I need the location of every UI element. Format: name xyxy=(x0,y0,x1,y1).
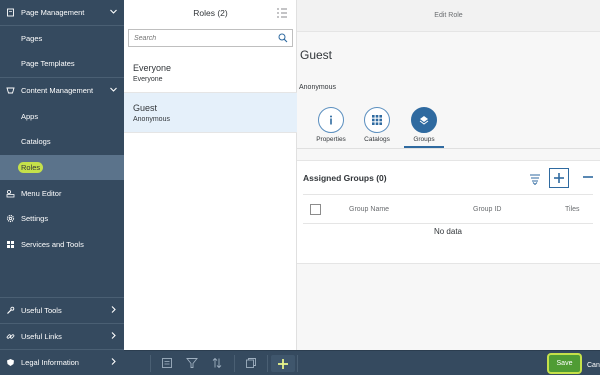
menu-editor-icon xyxy=(6,189,15,198)
chevron-right-icon xyxy=(109,331,118,340)
nav-label: Page Templates xyxy=(21,59,75,68)
save-button[interactable]: Save xyxy=(549,355,580,372)
list-settings-icon[interactable] xyxy=(276,7,288,19)
nav-label: Content Management xyxy=(21,86,94,95)
nav-label: Page Management xyxy=(21,8,85,17)
nav-label: Services and Tools xyxy=(21,240,84,249)
assigned-groups-title: Assigned Groups (0) xyxy=(303,173,387,183)
detail-title: Edit Role xyxy=(434,12,463,19)
no-data-text: No data xyxy=(433,227,463,236)
sort-icon[interactable] xyxy=(529,173,541,186)
services-icon xyxy=(6,240,15,249)
nav-item-legal-information[interactable]: Legal Information xyxy=(0,350,124,375)
plus-icon xyxy=(278,358,288,369)
role-title: Everyone xyxy=(133,63,172,73)
tab-label: Groups xyxy=(413,136,435,143)
role-title: Guest xyxy=(133,103,158,113)
tab-catalogs[interactable]: Catalogs xyxy=(359,107,395,149)
tab-label: Properties xyxy=(316,136,346,143)
filter-icon[interactable] xyxy=(185,356,199,370)
add-group-button[interactable] xyxy=(549,168,569,188)
tabs-divider xyxy=(297,148,600,149)
roles-master-list: Roles (2) Everyone Everyone Guest Anonym… xyxy=(124,0,297,350)
chevron-down-icon xyxy=(109,7,118,16)
tab-label: Catalogs xyxy=(364,136,390,143)
nav-label: Catalogs xyxy=(21,137,51,146)
search-field[interactable] xyxy=(128,29,293,47)
minus-icon xyxy=(583,176,593,178)
nav-item-settings[interactable]: Settings xyxy=(0,206,124,231)
plus-icon xyxy=(554,173,564,183)
footer-toolbar: Save Cancel xyxy=(124,350,600,375)
nav-item-pages[interactable]: Pages xyxy=(0,26,124,51)
nav-label: Useful Links xyxy=(21,332,62,341)
select-all-checkbox[interactable] xyxy=(310,204,321,215)
assigned-groups-panel: Assigned Groups (0) Group Name Group ID … xyxy=(297,160,600,264)
detail-header: Edit Role xyxy=(297,0,600,32)
column-header-tiles[interactable]: Tiles xyxy=(565,206,580,213)
role-list-item-everyone[interactable]: Everyone Everyone xyxy=(124,53,297,93)
master-title: Roles (2) xyxy=(193,8,228,18)
grid-icon xyxy=(364,107,390,133)
nav-label: Apps xyxy=(21,112,39,121)
groups-icon xyxy=(411,107,437,133)
nav-label: Menu Editor xyxy=(21,189,62,198)
tab-properties[interactable]: Properties xyxy=(313,107,349,149)
copy-icon[interactable] xyxy=(244,356,258,370)
gear-icon xyxy=(6,214,15,223)
link-icon xyxy=(6,332,15,341)
content-icon xyxy=(6,86,15,95)
nav-item-useful-links[interactable]: Useful Links xyxy=(0,324,124,349)
column-header-group-id[interactable]: Group ID xyxy=(473,206,501,213)
chevron-right-icon xyxy=(109,357,118,366)
chevron-right-icon xyxy=(109,305,118,314)
wrench-icon xyxy=(6,306,15,315)
nav-label: Pages xyxy=(21,34,43,43)
legal-icon xyxy=(6,358,15,367)
edit-role-pane: Edit Role Guest Anonymous Properties Cat… xyxy=(297,0,600,350)
nav-label: Settings xyxy=(21,214,49,223)
nav-item-roles[interactable]: Roles xyxy=(0,155,124,180)
nav-item-apps[interactable]: Apps xyxy=(0,104,124,129)
role-description: Anonymous xyxy=(133,116,170,123)
side-navigation: Page Management Pages Page Templates Con… xyxy=(0,0,124,375)
nav-group-page-management[interactable]: Page Management xyxy=(0,0,124,25)
role-description: Everyone xyxy=(133,76,163,83)
active-tab-indicator xyxy=(404,146,444,148)
column-header-group-name[interactable]: Group Name xyxy=(349,206,389,213)
page-icon xyxy=(6,8,15,17)
search-input[interactable] xyxy=(134,34,279,42)
remove-group-button[interactable] xyxy=(581,170,595,184)
sort-arrows-icon[interactable] xyxy=(210,356,224,370)
nav-item-catalogs[interactable]: Catalogs xyxy=(0,129,124,154)
nav-label: Roles xyxy=(18,162,44,173)
nav-label: Legal Information xyxy=(21,358,79,367)
add-role-button[interactable] xyxy=(271,355,295,372)
nav-item-menu-editor[interactable]: Menu Editor xyxy=(0,181,124,206)
info-icon xyxy=(318,107,344,133)
role-list-item-guest[interactable]: Guest Anonymous xyxy=(124,93,297,133)
nav-group-content-management[interactable]: Content Management xyxy=(0,78,124,103)
nav-item-useful-tools[interactable]: Useful Tools xyxy=(0,298,124,323)
role-name-heading: Guest xyxy=(300,48,333,62)
cancel-button[interactable]: Cancel xyxy=(587,355,600,372)
nav-item-services-and-tools[interactable]: Services and Tools xyxy=(0,232,124,257)
tab-groups[interactable]: Groups xyxy=(406,107,442,149)
groups-table-header: Group Name Group ID Tiles xyxy=(303,194,593,224)
chevron-down-icon xyxy=(109,85,118,94)
list-view-icon[interactable] xyxy=(160,356,174,370)
nav-item-page-templates[interactable]: Page Templates xyxy=(0,51,124,76)
role-description-text: Anonymous xyxy=(299,84,336,91)
search-icon[interactable] xyxy=(278,33,288,43)
nav-label: Useful Tools xyxy=(21,306,62,315)
